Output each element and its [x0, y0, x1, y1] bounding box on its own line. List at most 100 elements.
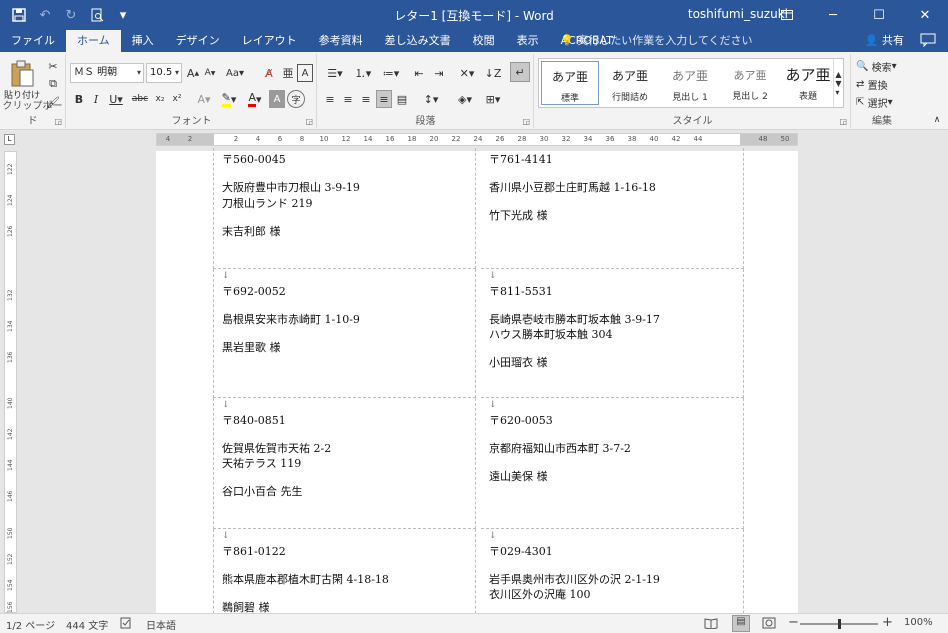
tab-mailings[interactable]: 差し込み文書: [374, 30, 462, 52]
language[interactable]: 日本語: [146, 617, 176, 632]
style-title[interactable]: あア亜 表題: [779, 61, 837, 105]
find-button[interactable]: 🔍 検索 ▾: [856, 58, 910, 74]
numbering-icon[interactable]: ⒈▾: [350, 64, 376, 82]
maximize-icon[interactable]: ☐: [856, 0, 902, 30]
ruler-number: 156: [7, 601, 14, 613]
document-page[interactable]: 〒560-0045 大阪府豊中市刀根山 3-9-19 刀根山ランド 219 末吉…: [156, 148, 798, 613]
label-cell[interactable]: ↓ 〒861-0122 熊本県鹿本郡植木町古閑 4-18-18 鵜飼碧 様: [213, 529, 476, 613]
minimize-icon[interactable]: ─: [810, 0, 856, 30]
label-cell[interactable]: ↓ 〒840-0851 佐賀県佐賀市天祐 2-2 天祐テラス 119 谷口小百合…: [213, 398, 476, 529]
tab-view[interactable]: 表示: [506, 30, 550, 52]
read-mode-icon[interactable]: [704, 617, 718, 632]
font-size-combo[interactable]: 10.5 ▾: [146, 63, 182, 83]
decrease-indent-icon[interactable]: ⇤: [410, 64, 428, 82]
superscript-icon[interactable]: x²: [169, 90, 185, 108]
proofing-icon[interactable]: [120, 617, 132, 632]
document-canvas[interactable]: 〒560-0045 大阪府豊中市刀根山 3-9-19 刀根山ランド 219 末吉…: [0, 148, 948, 613]
web-layout-icon[interactable]: [762, 617, 776, 632]
multilevel-list-icon[interactable]: ≔▾: [378, 64, 404, 82]
share-button[interactable]: 👤 共有: [865, 30, 904, 52]
cut-icon[interactable]: ✂: [44, 58, 62, 74]
label-cell[interactable]: 〒560-0045 大阪府豊中市刀根山 3-9-19 刀根山ランド 219 末吉…: [213, 148, 476, 269]
label-cell[interactable]: 〒761-4141 香川県小豆郡土庄町馬越 1-16-18 竹下光成 様: [481, 148, 744, 269]
style-sample: あア亜: [733, 69, 767, 82]
tell-me-search[interactable]: 💡 実行したい作業を入力してください: [560, 30, 753, 52]
character-shading-icon[interactable]: A: [269, 90, 285, 108]
align-left-icon[interactable]: ≡: [322, 90, 338, 108]
search-icon: 🔍: [856, 60, 869, 72]
grow-font-icon[interactable]: A ▲: [185, 64, 201, 82]
label-cell[interactable]: ↓ 〒692-0052 島根県安来市赤崎町 1-10-9 黒岩里歌 様: [213, 269, 476, 398]
borders-icon[interactable]: ⊞▾: [480, 90, 506, 108]
zoom-out-icon[interactable]: −: [788, 615, 799, 630]
align-right-icon[interactable]: ≡: [358, 90, 374, 108]
align-center-icon[interactable]: ≡: [340, 90, 356, 108]
print-layout-icon[interactable]: ▤: [732, 615, 750, 632]
ribbon-display-options-icon[interactable]: [764, 0, 810, 30]
tab-references[interactable]: 参考資料: [308, 30, 374, 52]
phonetic-guide-icon[interactable]: 亜: [279, 64, 297, 82]
copy-icon[interactable]: ⧉: [44, 76, 62, 92]
bold-icon[interactable]: B: [71, 90, 87, 108]
ruler-number: 34: [583, 135, 593, 143]
tab-file[interactable]: ファイル: [0, 30, 66, 52]
zoom-slider[interactable]: [800, 619, 878, 629]
vertical-ruler[interactable]: 122 124 126 132 134 136 140 142 144 146 …: [4, 151, 17, 613]
shrink-font-icon[interactable]: A ▼: [202, 64, 218, 82]
word-count[interactable]: 444 文字: [66, 617, 108, 632]
subscript-icon[interactable]: x₂: [152, 90, 168, 108]
label-address-1: 京都府福知山市西本町 3-7-2: [489, 442, 631, 455]
styles-launcher-icon[interactable]: ◲: [839, 117, 847, 126]
sort-icon[interactable]: ↓Z: [484, 64, 502, 82]
bullets-icon[interactable]: ☰▾: [322, 64, 348, 82]
tab-review[interactable]: 校閲: [462, 30, 506, 52]
styles-scroll[interactable]: ▲ ▼ ▾: [833, 59, 843, 107]
label-address-2: ハウス勝本町坂本触 304: [489, 328, 613, 341]
label-cell[interactable]: ↓ 〒620-0053 京都府福知山市西本町 3-7-2 遠山美保 様: [481, 398, 744, 529]
style-no-spacing[interactable]: あア亜 行間詰め: [601, 61, 659, 105]
justify-icon[interactable]: ≡: [376, 90, 392, 108]
show-formatting-marks-icon[interactable]: ↵: [510, 62, 530, 82]
label-address-1: 香川県小豆郡土庄町馬越 1-16-18: [489, 181, 656, 194]
tab-insert[interactable]: 挿入: [121, 30, 165, 52]
zoom-slider-thumb[interactable]: [838, 619, 841, 629]
tab-selector-icon[interactable]: L: [4, 134, 15, 145]
shading-icon[interactable]: ◈▾: [452, 90, 478, 108]
zoom-in-icon[interactable]: +: [882, 615, 893, 630]
asian-layout-icon[interactable]: ✕▾: [454, 64, 480, 82]
strikethrough-icon[interactable]: abc: [129, 90, 151, 108]
clipboard-launcher-icon[interactable]: ◲: [54, 117, 62, 126]
clear-formatting-icon[interactable]: A̸: [260, 64, 278, 82]
italic-icon[interactable]: I: [88, 90, 104, 108]
label-cell[interactable]: ↓ 〒811-5531 長崎県壱岐市勝本町坂本触 3-9-17 ハウス勝本町坂本…: [481, 269, 744, 398]
horizontal-ruler[interactable]: 4 2 2 4 6 8 10 12 14 16 18 20 22 24 26 2…: [156, 133, 798, 146]
page-count[interactable]: 1/2 ページ: [6, 617, 55, 632]
style-heading-2[interactable]: あア亜 見出し 2: [721, 61, 779, 105]
tab-layout[interactable]: レイアウト: [231, 30, 308, 52]
style-normal[interactable]: あア亜 標準: [541, 61, 599, 105]
font-launcher-icon[interactable]: ◲: [305, 117, 313, 126]
replace-button[interactable]: ⇄ 置換: [856, 76, 910, 92]
text-effects-icon[interactable]: A▾: [193, 90, 215, 108]
distributed-icon[interactable]: ▤: [394, 90, 410, 108]
font-name-combo[interactable]: ＭＳ 明朝 ▾: [70, 63, 144, 83]
select-button[interactable]: ⇱ 選択 ▾: [856, 94, 910, 110]
change-case-icon[interactable]: Aa▾: [223, 64, 247, 82]
increase-indent-icon[interactable]: ⇥: [430, 64, 448, 82]
tab-design[interactable]: デザイン: [165, 30, 231, 52]
character-border-icon[interactable]: A: [297, 64, 313, 82]
font-color-icon[interactable]: A ▾: [243, 90, 267, 108]
label-cell[interactable]: ↓ 〒029-4301 岩手県奥州市衣川区外の沢 2-1-19 衣川区外の沢庵 …: [481, 529, 744, 613]
highlight-color-icon[interactable]: ✎ ▾: [217, 90, 241, 108]
style-heading-1[interactable]: あア亜 見出し 1: [661, 61, 719, 105]
zoom-level[interactable]: 100%: [904, 617, 933, 628]
label-recipient: 末吉利郎 様: [222, 225, 281, 238]
collapse-ribbon-icon[interactable]: ∧: [930, 114, 944, 126]
line-spacing-icon[interactable]: ↕▾: [418, 90, 444, 108]
enclose-characters-icon[interactable]: 字: [287, 90, 305, 108]
paragraph-launcher-icon[interactable]: ◲: [522, 117, 530, 126]
tab-home[interactable]: ホーム: [66, 30, 121, 52]
close-icon[interactable]: ✕: [902, 0, 948, 30]
underline-icon[interactable]: U▾: [105, 90, 127, 108]
comments-icon[interactable]: [920, 33, 938, 49]
